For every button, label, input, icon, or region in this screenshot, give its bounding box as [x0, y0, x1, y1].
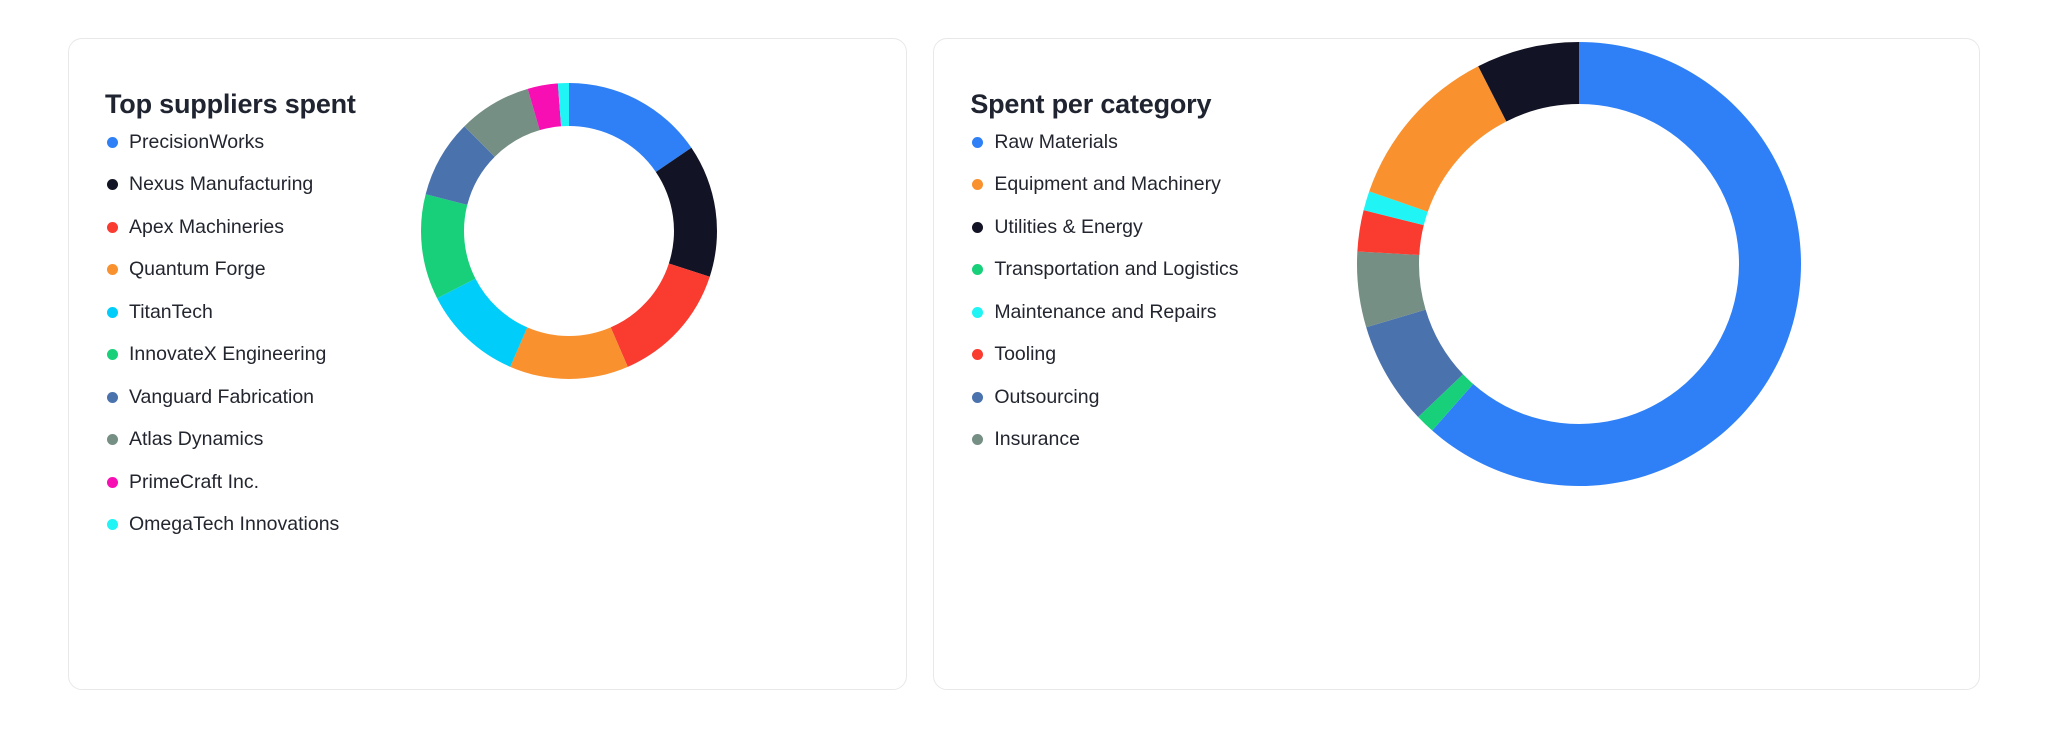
- top-suppliers-slice[interactable]: [421, 194, 476, 299]
- card-top-suppliers-spent: Top suppliers spent PrecisionWorks Nexus …: [68, 38, 908, 690]
- legend-swatch-icon: [107, 264, 118, 276]
- legend-swatch-icon: [107, 434, 118, 446]
- top-suppliers-slice[interactable]: [569, 83, 692, 172]
- top-suppliers-slice[interactable]: [510, 327, 628, 380]
- top-suppliers-legend-item[interactable]: PrecisionWorks: [107, 121, 339, 164]
- spent-per-category-legend-item[interactable]: Outsourcing: [972, 376, 1238, 419]
- donut-svg-top-suppliers: [421, 83, 717, 380]
- legend-swatch-icon: [107, 221, 118, 233]
- legend-swatch-icon: [107, 179, 118, 191]
- legend-swatch-icon: [107, 519, 118, 531]
- legend-item-label: InnovateX Engineering: [129, 343, 327, 365]
- top-suppliers-legend-item[interactable]: Apex Machineries: [107, 206, 339, 249]
- donut-svg-spent-per-category: [1357, 42, 1802, 486]
- legend-item-label: Vanguard Fabrication: [129, 385, 315, 408]
- legend-item-label: Utilities & Energy: [994, 215, 1143, 238]
- legend-item-label: Outsourcing: [994, 385, 1100, 408]
- top-suppliers-legend-item[interactable]: Quantum Forge: [107, 249, 339, 292]
- legend-item-label: Nexus Manufacturing: [129, 173, 314, 195]
- top-suppliers-legend-item[interactable]: Atlas Dynamics: [107, 419, 339, 462]
- legend-swatch-icon: [972, 179, 984, 191]
- spent-per-category-legend-item[interactable]: Insurance: [972, 419, 1238, 462]
- legend-swatch-icon: [972, 136, 984, 148]
- spent-per-category-legend-item[interactable]: Utilities & Energy: [972, 206, 1238, 249]
- top-suppliers-legend-item[interactable]: PrimeCraft Inc.: [107, 461, 339, 504]
- legend-swatch-icon: [107, 476, 118, 488]
- legend-swatch-icon: [107, 349, 118, 361]
- top-suppliers-legend-item[interactable]: Vanguard Fabrication: [107, 376, 339, 419]
- legend-item-label: Apex Machineries: [129, 215, 284, 238]
- legend-swatch-icon: [972, 264, 984, 276]
- legend-item-label: PrimeCraft Inc.: [129, 470, 260, 493]
- legend-top-suppliers: PrecisionWorks Nexus Manufacturing Apex Ma…: [107, 121, 339, 546]
- top-suppliers-slice[interactable]: [437, 278, 528, 367]
- spent-per-category-legend-item[interactable]: Tooling: [972, 334, 1238, 377]
- spent-per-category-legend-item[interactable]: Maintenance and Repairs: [972, 291, 1238, 334]
- card-spent-per-category: Spent per category Raw Materials Equipmen…: [933, 38, 1980, 690]
- spent-per-category-legend-item[interactable]: Equipment and Machinery: [972, 164, 1238, 207]
- legend-item-label: Transportation and Logistics: [994, 258, 1239, 280]
- page-title-spent-per-category: Spent per category: [970, 89, 1212, 120]
- page-title-top-suppliers: Top suppliers spent: [105, 89, 356, 120]
- top-suppliers-legend-item[interactable]: TitanTech: [107, 291, 339, 334]
- legend-item-label: TitanTech: [129, 300, 213, 323]
- top-suppliers-slice[interactable]: [655, 147, 717, 277]
- legend-item-label: PrecisionWorks: [129, 130, 265, 153]
- legend-item-label: OmegaTech Innovations: [129, 513, 340, 535]
- spent-per-category-slice[interactable]: [1369, 66, 1507, 212]
- legend-swatch-icon: [972, 221, 984, 233]
- legend-swatch-icon: [972, 306, 984, 318]
- dashboard-root: Top suppliers spent PrecisionWorks Nexus …: [0, 0, 2048, 744]
- legend-item-label: Quantum Forge: [129, 258, 266, 280]
- donut-chart-top-suppliers: [419, 81, 719, 381]
- legend-item-label: Insurance: [994, 428, 1080, 450]
- legend-item-label: Equipment and Machinery: [994, 173, 1221, 195]
- legend-swatch-icon: [972, 391, 984, 403]
- legend-item-label: Atlas Dynamics: [129, 428, 264, 450]
- legend-spent-per-category: Raw Materials Equipment and Machinery Util…: [972, 121, 1239, 462]
- legend-swatch-icon: [107, 306, 118, 318]
- spent-per-category-legend-item[interactable]: Raw Materials: [972, 121, 1238, 164]
- legend-item-label: Raw Materials: [994, 130, 1118, 153]
- legend-swatch-icon: [107, 391, 118, 403]
- legend-swatch-icon: [972, 349, 984, 361]
- top-suppliers-legend-item[interactable]: OmegaTech Innovations: [107, 504, 339, 547]
- top-suppliers-slice[interactable]: [610, 263, 710, 367]
- legend-swatch-icon: [972, 434, 984, 446]
- legend-swatch-icon: [107, 136, 118, 148]
- top-suppliers-legend-item[interactable]: Nexus Manufacturing: [107, 164, 339, 207]
- legend-item-label: Maintenance and Repairs: [994, 300, 1217, 323]
- top-suppliers-legend-item[interactable]: InnovateX Engineering: [107, 334, 339, 377]
- spent-per-category-legend-item[interactable]: Transportation and Logistics: [972, 249, 1239, 292]
- donut-chart-spent-per-category: [1354, 39, 1804, 489]
- legend-item-label: Tooling: [994, 343, 1057, 365]
